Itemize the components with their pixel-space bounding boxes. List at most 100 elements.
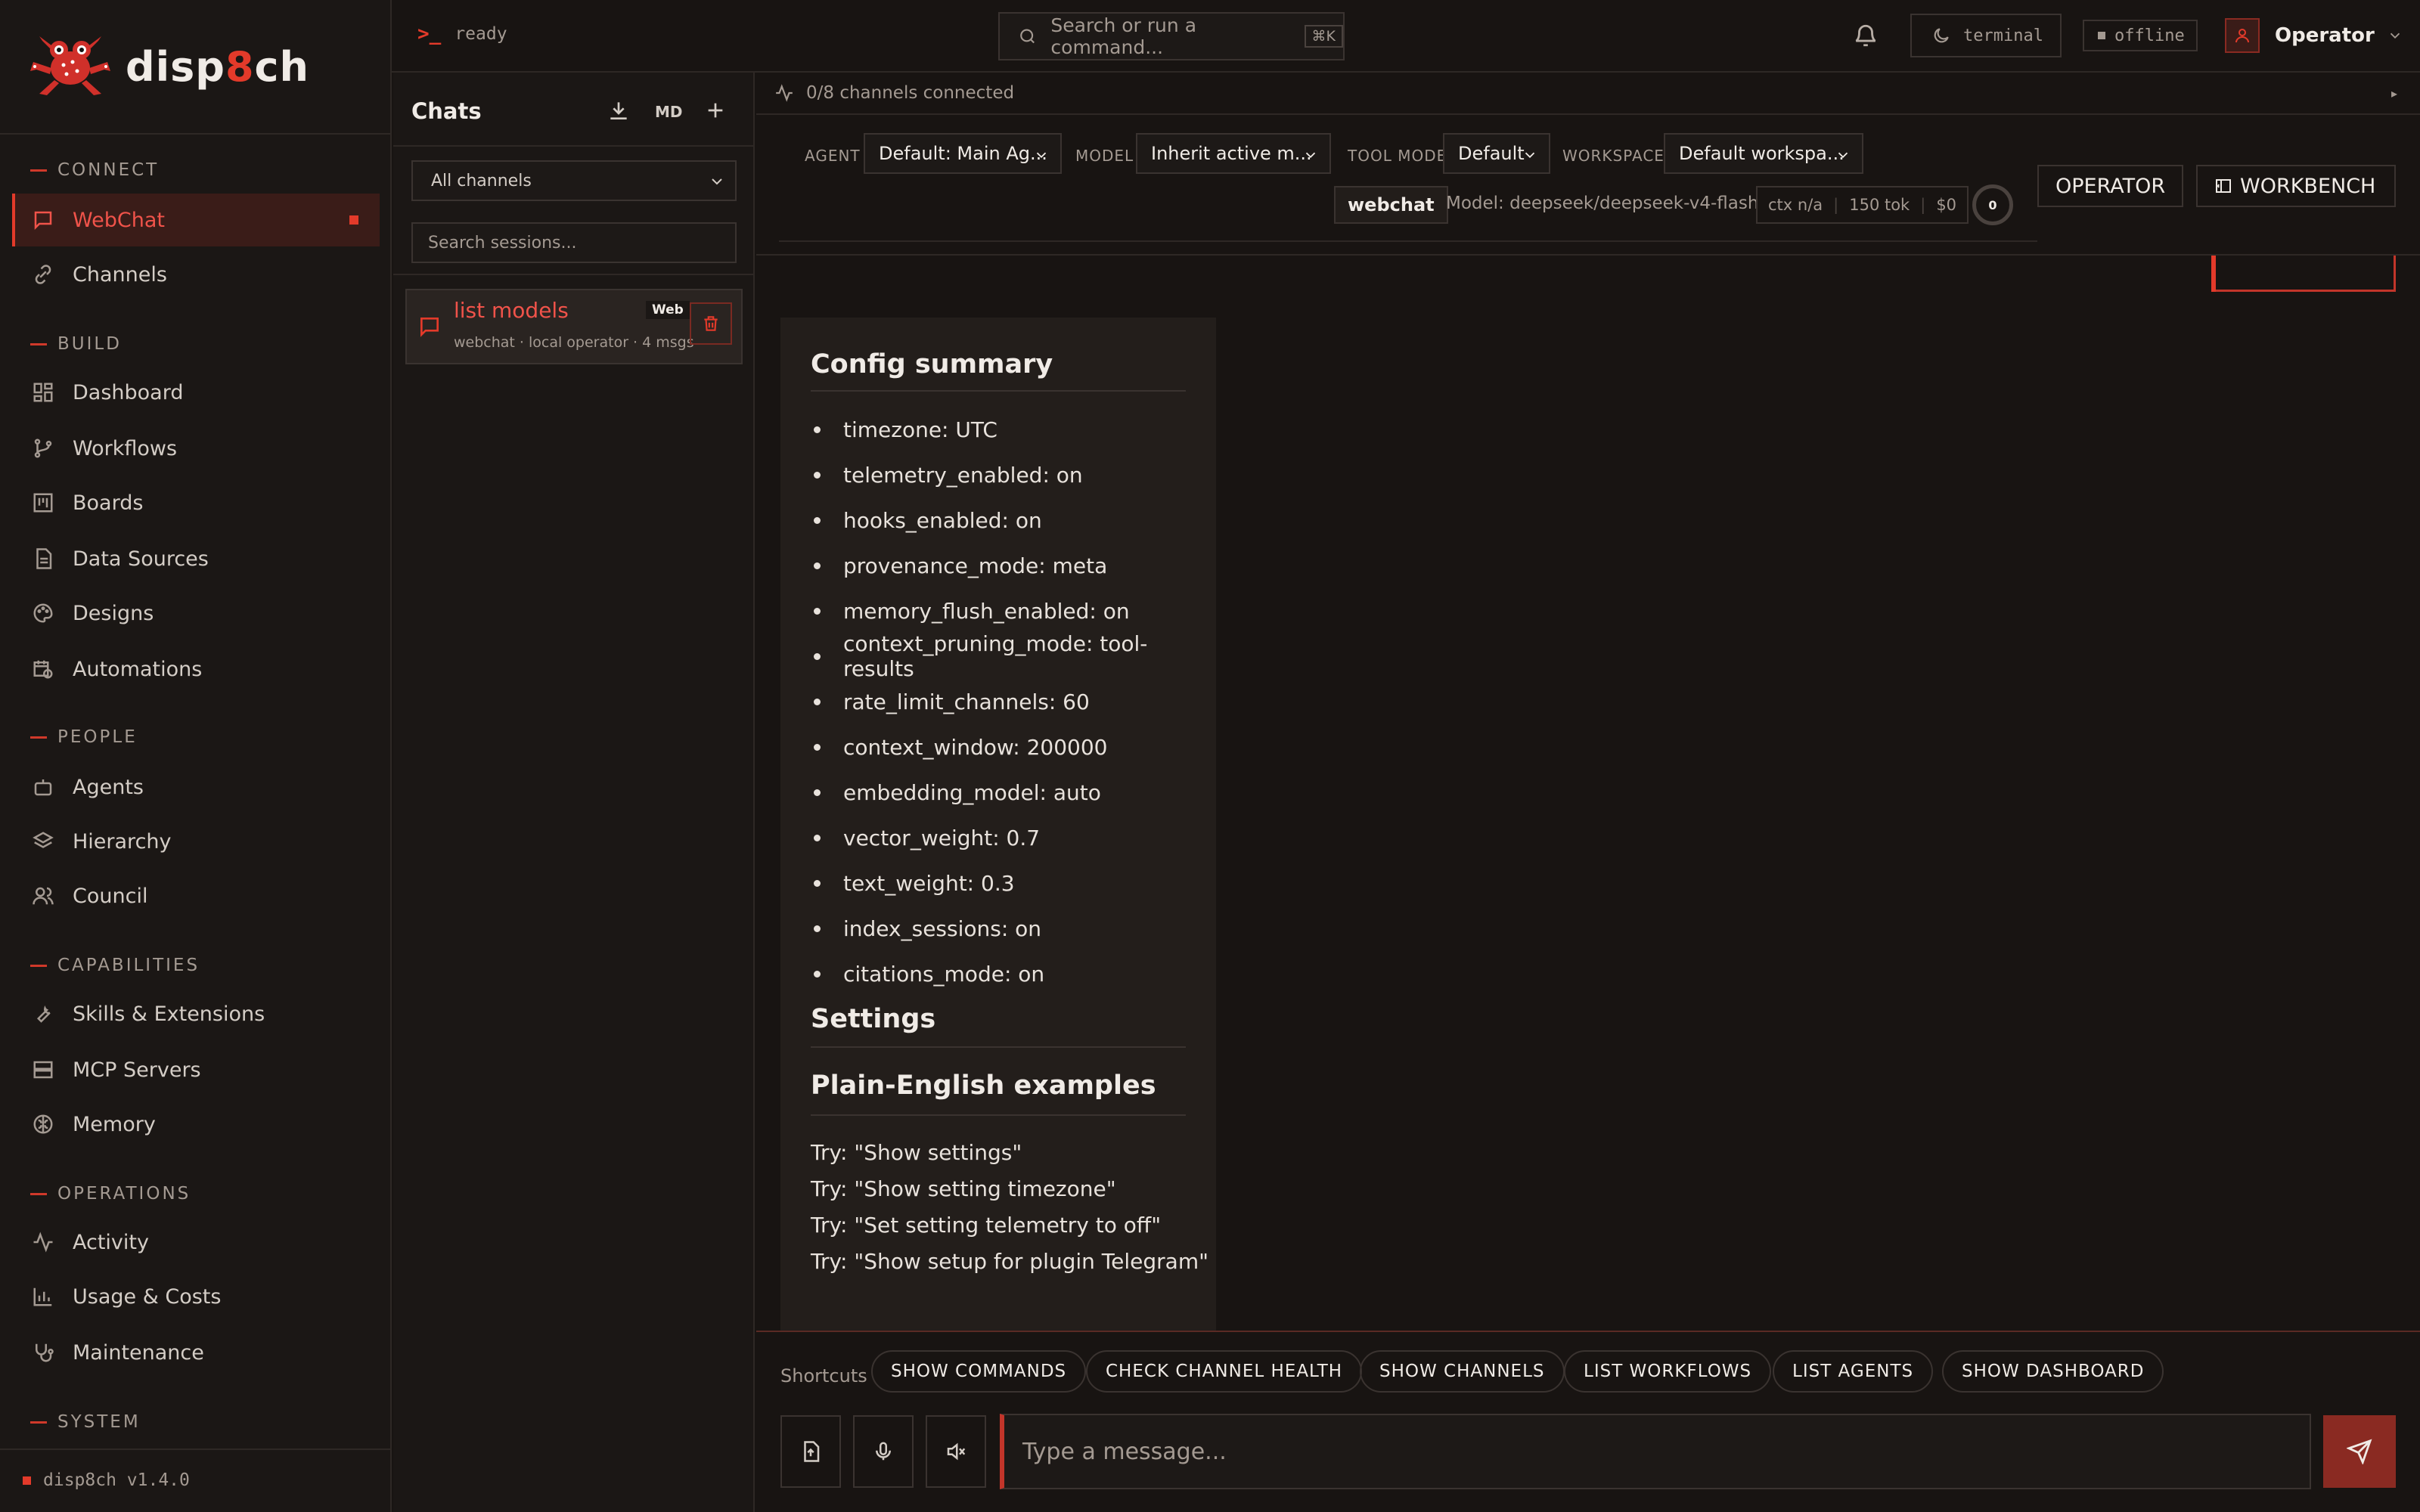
- list-item: text_weight: 0.3: [811, 860, 1216, 906]
- link-icon: [35, 265, 51, 284]
- server-icon: [33, 1061, 53, 1079]
- download-icon[interactable]: [607, 98, 631, 122]
- session-meta: webchat · local operator · 4 msgs: [454, 334, 694, 351]
- agent-select[interactable]: Default: Main Ag...: [864, 133, 1062, 174]
- mute-button[interactable]: [926, 1415, 986, 1488]
- app-logo[interactable]: disp8ch: [29, 30, 309, 103]
- chevron-down-icon: [1838, 152, 1848, 159]
- sidebar-item-usage-costs[interactable]: Usage & Costs: [12, 1270, 380, 1323]
- session-controls: AGENT Default: Main Ag... MODEL Inherit …: [779, 133, 2037, 242]
- channel-filter-select[interactable]: All channels: [411, 160, 737, 201]
- context-usage-ring: 0: [1972, 184, 2013, 225]
- config-list: timezone: UTC telemetry_enabled: on hook…: [811, 407, 1216, 996]
- session-item[interactable]: list models Web webchat · local operator…: [405, 289, 743, 364]
- command-search[interactable]: Search or run a command... ⌘K: [998, 12, 1345, 60]
- shortcut-show-channels[interactable]: SHOW CHANNELS: [1360, 1350, 1565, 1393]
- bell-icon[interactable]: [1853, 23, 1879, 48]
- sidebar-item-activity[interactable]: Activity: [12, 1216, 380, 1269]
- sidebar-item-data-sources[interactable]: Data Sources: [12, 532, 380, 585]
- sidebar-item-mcp-servers[interactable]: MCP Servers: [12, 1043, 380, 1096]
- example-line: Try: "Show settings": [811, 1140, 1022, 1165]
- session-search-input[interactable]: Search sessions...: [411, 222, 737, 263]
- app-name: disp8ch: [126, 42, 309, 91]
- attach-file-button[interactable]: [780, 1415, 841, 1488]
- operator-button[interactable]: OPERATOR: [2037, 165, 2184, 207]
- sidebar-item-hierarchy[interactable]: Hierarchy: [12, 815, 380, 868]
- active-indicator: [349, 215, 358, 225]
- list-item: telemetry_enabled: on: [811, 452, 1216, 497]
- workspace-select[interactable]: Default workspa...: [1664, 133, 1863, 174]
- layers-icon: [33, 832, 54, 848]
- calendar-clock-icon: [33, 660, 53, 679]
- branch-icon: [34, 438, 52, 458]
- bot-icon: [34, 779, 52, 796]
- brain-icon: [33, 1114, 53, 1134]
- expand-icon[interactable]: ▸: [2391, 86, 2397, 101]
- channels-connected-bar: 0/8 channels connected ▸: [756, 73, 2420, 115]
- sidebar-item-dashboard[interactable]: Dashboard: [12, 366, 380, 419]
- assistant-message: Config summary timezone: UTC telemetry_e…: [780, 318, 1216, 1331]
- usage-stats: ctx n/a | 150 tok | $0: [1756, 186, 1969, 224]
- section-operations: OPERATIONS: [30, 1184, 191, 1204]
- sidebar-item-skills[interactable]: Skills & Extensions: [12, 987, 380, 1040]
- version-label: disp8ch v1.4.0: [23, 1470, 190, 1490]
- chat-bubble-icon: [34, 211, 52, 231]
- chat-bubble-icon: [420, 318, 439, 337]
- chats-panel: Chats MD All channels Search sessions...…: [393, 73, 755, 1512]
- microphone-button[interactable]: [853, 1415, 914, 1488]
- chevron-down-icon: [1305, 152, 1316, 159]
- theme-toggle[interactable]: terminal: [1910, 14, 2062, 57]
- example-line: Try: "Show setup for plugin Telegram": [811, 1249, 1208, 1274]
- channel-badge: webchat: [1334, 186, 1448, 224]
- section-people: PEOPLE: [30, 727, 138, 747]
- previous-message-edge: [2211, 256, 2396, 292]
- shortcut-badge: ⌘K: [1304, 25, 1343, 48]
- shortcut-list-agents[interactable]: LIST AGENTS: [1773, 1350, 1934, 1393]
- plus-icon[interactable]: [703, 98, 728, 122]
- sidebar-item-memory[interactable]: Memory: [12, 1098, 380, 1151]
- list-item: memory_flush_enabled: on: [811, 588, 1216, 634]
- sidebar-item-automations[interactable]: Automations: [12, 643, 380, 696]
- sidebar-item-designs[interactable]: Designs: [12, 587, 380, 640]
- tool-mode-select[interactable]: Default: [1443, 133, 1550, 174]
- search-icon: [1020, 29, 1035, 44]
- sidebar-item-agents[interactable]: Agents: [12, 761, 380, 813]
- sidebar-item-maintenance[interactable]: Maintenance: [12, 1326, 380, 1379]
- sidebar-item-channels[interactable]: Channels: [12, 248, 380, 301]
- heading-examples: Plain-English examples: [811, 1070, 1156, 1101]
- user-menu[interactable]: Operator: [2225, 18, 2403, 53]
- sidebar-item-boards[interactable]: Boards: [12, 476, 380, 529]
- bar-chart-icon: [33, 1287, 52, 1306]
- shortcut-list-workflows[interactable]: LIST WORKFLOWS: [1564, 1350, 1772, 1393]
- list-item: vector_weight: 0.7: [811, 815, 1216, 860]
- sidebar-item-workflows[interactable]: Workflows: [12, 422, 380, 475]
- volume-mute-icon: [947, 1442, 966, 1461]
- list-item: embedding_model: auto: [811, 770, 1216, 815]
- microphone-icon: [876, 1442, 891, 1461]
- wrench-icon: [36, 1005, 51, 1023]
- send-button[interactable]: [2323, 1415, 2396, 1488]
- section-build: BUILD: [30, 334, 122, 354]
- chevron-down-icon: [2390, 33, 2400, 39]
- model-select[interactable]: Inherit active m...: [1136, 133, 1331, 174]
- sidebar-item-webchat[interactable]: WebChat: [12, 194, 380, 246]
- export-md-button[interactable]: MD: [655, 103, 683, 121]
- shortcut-show-dashboard[interactable]: SHOW DASHBOARD: [1942, 1350, 2164, 1393]
- chevron-down-icon: [1525, 152, 1535, 159]
- board-icon: [33, 493, 53, 513]
- shortcut-check-channel-health[interactable]: CHECK CHANNEL HEALTH: [1086, 1350, 1363, 1393]
- section-system: SYSTEM: [30, 1412, 141, 1432]
- delete-session-button[interactable]: [690, 302, 732, 345]
- sidebar: disp8ch CONNECT WebChat Channels BUILD D…: [0, 0, 392, 1512]
- workbench-button[interactable]: WORKBENCH: [2196, 165, 2396, 207]
- heading-settings: Settings: [811, 1004, 936, 1034]
- list-item: hooks_enabled: on: [811, 497, 1216, 543]
- message-input[interactable]: Type a message...: [1000, 1414, 2311, 1489]
- grid-icon: [33, 383, 53, 402]
- model-info: Model: deepseek/deepseek-v4-flash: [1446, 194, 1759, 213]
- sidebar-item-council[interactable]: Council: [12, 869, 380, 922]
- stethoscope-icon: [36, 1343, 54, 1362]
- moon-icon: [1934, 28, 1949, 43]
- example-line: Try: "Set setting telemetry to off": [811, 1213, 1162, 1238]
- shortcut-show-commands[interactable]: SHOW COMMANDS: [871, 1350, 1087, 1393]
